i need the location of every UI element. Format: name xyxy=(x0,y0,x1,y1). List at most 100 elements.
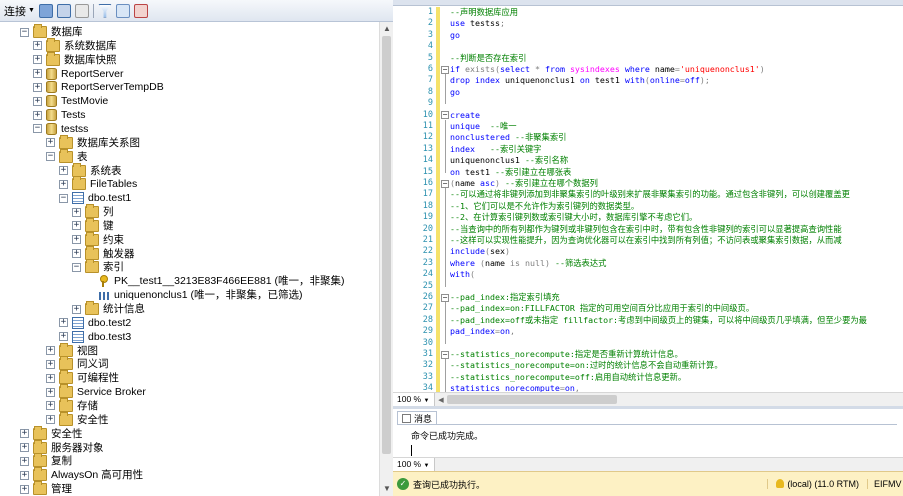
expand-icon[interactable]: + xyxy=(72,207,81,217)
tree-node[interactable]: + ReportServerTempDB xyxy=(33,80,164,94)
code-line[interactable]: pad_index=on, xyxy=(450,326,515,337)
editor-zoom-select[interactable]: 100 % ▼ xyxy=(393,393,435,406)
code-line[interactable]: --2、在计算索引键列数或索引键大小时，数据库引擎不考虑它们。 xyxy=(450,212,697,223)
code-line[interactable]: --statistics_norecompute=off:启用自动统计信息更新。 xyxy=(450,372,686,383)
expand-icon[interactable]: + xyxy=(20,456,29,466)
tree-node[interactable]: + 同义词 xyxy=(46,356,109,371)
tree-node[interactable]: + 管理 xyxy=(20,481,72,496)
tree-node[interactable]: + ReportServer xyxy=(33,67,123,81)
collapse-region-icon[interactable]: − xyxy=(441,350,449,359)
code-line[interactable]: index --索引关键字 xyxy=(450,144,541,155)
collapse-icon[interactable]: − xyxy=(59,193,68,203)
code-line[interactable]: --statistics_norecompute:指定是否重新计算统计信息。 xyxy=(450,349,683,360)
tree-node[interactable]: + Tests xyxy=(33,108,86,122)
expand-icon[interactable]: + xyxy=(72,235,81,245)
filter-icon[interactable] xyxy=(97,3,112,18)
code-line[interactable]: --statistics_norecompute=on:过时的统计信息不会自动重… xyxy=(450,360,723,371)
tree-node[interactable]: + dbo.test2 xyxy=(59,316,131,330)
editor-hscroll-thumb[interactable] xyxy=(447,395,617,404)
expand-icon[interactable]: + xyxy=(59,179,68,189)
tree-node[interactable]: + 复制 xyxy=(20,453,72,468)
editor-horizontal-scrollbar[interactable]: 100 % ▼ ◀ xyxy=(393,392,903,406)
code-line[interactable]: --当查询中的所有列都作为键列或非键列包含在索引中时，带有包含性非键列的索引可以… xyxy=(450,224,842,235)
code-line[interactable]: statistics_norecompute=on, xyxy=(450,383,580,392)
expand-icon[interactable]: + xyxy=(59,166,68,175)
code-line[interactable]: use testss; xyxy=(450,18,505,29)
expand-icon[interactable]: + xyxy=(46,346,55,356)
code-line[interactable]: with( xyxy=(450,269,475,280)
collapse-icon[interactable]: − xyxy=(33,124,42,134)
collapse-region-icon[interactable]: − xyxy=(441,179,449,188)
expand-icon[interactable]: + xyxy=(46,387,55,397)
expand-icon[interactable]: + xyxy=(46,359,55,369)
tree-node[interactable]: − dbo.test1 xyxy=(59,191,131,205)
expand-icon[interactable]: + xyxy=(46,401,55,411)
code-line[interactable]: go xyxy=(450,87,460,98)
expand-icon[interactable]: + xyxy=(46,415,55,425)
expand-icon[interactable]: + xyxy=(33,96,42,106)
tree-node[interactable]: − 表 xyxy=(46,148,88,164)
code-line[interactable]: unique --唯一 xyxy=(450,121,517,132)
code-line[interactable]: --pad_index:指定索引填充 xyxy=(450,292,560,303)
scroll-left-icon[interactable]: ◀ xyxy=(435,396,447,404)
tree-node[interactable]: uniquenonclus1 (唯一，非聚集，已筛选) xyxy=(85,288,302,302)
expand-icon[interactable]: + xyxy=(72,221,81,231)
tree-node[interactable]: + 存储 xyxy=(46,397,98,413)
tree-node[interactable]: − 索引 xyxy=(72,259,124,274)
expand-icon[interactable]: + xyxy=(33,69,42,79)
code-line[interactable]: --这样可以实现性能提升，因为查询优化器可以在索引中找到所有列值；不访问表或聚集… xyxy=(450,235,842,246)
connect-icon[interactable] xyxy=(38,3,53,18)
scroll-down-icon[interactable]: ▼ xyxy=(380,482,394,496)
tree-node[interactable]: + 系统表 xyxy=(59,162,122,178)
code-line[interactable]: if exists(select * from sysindexes where… xyxy=(450,64,765,75)
stop-icon[interactable] xyxy=(74,3,89,18)
expand-icon[interactable]: + xyxy=(46,138,55,148)
results-zoom-select[interactable]: 100 % ▼ xyxy=(393,458,435,471)
code-line[interactable]: create xyxy=(450,110,480,121)
code-line[interactable]: where (name is null) --筛选表达式 xyxy=(450,258,606,269)
tree-node[interactable]: + 数据库快照 xyxy=(33,51,117,67)
expand-icon[interactable]: + xyxy=(72,249,81,259)
expand-icon[interactable]: + xyxy=(46,373,55,383)
expand-icon[interactable]: + xyxy=(20,484,29,494)
tab-messages[interactable]: 消息 xyxy=(397,411,438,424)
results-horizontal-scrollbar[interactable]: 100 % ▼ xyxy=(393,457,903,471)
query-editor[interactable]: 1 2 3 4 5 6 7 8 9 10 11 12 13 14 15 16 17 18 19 20 21 22 23 24 2… xyxy=(393,0,903,406)
tree-node[interactable]: + 安全性 xyxy=(20,425,83,441)
expand-icon[interactable]: + xyxy=(33,82,42,92)
collapse-region-icon[interactable]: − xyxy=(441,65,449,74)
expand-icon[interactable]: + xyxy=(33,110,42,120)
code-area[interactable]: --声明数据库应用 use testss; go --判断是否存在索引 if exist… xyxy=(450,6,903,392)
tree-node[interactable]: + 约束 xyxy=(72,231,124,247)
expand-icon[interactable]: + xyxy=(33,41,42,51)
disconnect-icon[interactable] xyxy=(56,3,71,18)
code-line[interactable]: drop index uniquenonclus1 on test1 with(… xyxy=(450,75,710,86)
code-line[interactable]: include(sex) xyxy=(450,246,510,257)
code-line[interactable]: uniquenonclus1 --索引名称 xyxy=(450,155,568,166)
expand-icon[interactable]: + xyxy=(20,470,29,480)
tree-node[interactable]: + 安全性 xyxy=(46,411,109,427)
tree-node[interactable]: PK__test1__3213E83F466EE881 (唯一，非聚集) xyxy=(85,274,345,288)
expand-icon[interactable]: + xyxy=(72,304,81,314)
collapse-icon[interactable]: − xyxy=(46,152,55,162)
code-line[interactable]: --1、它们可以是不允许作为索引键列的数据类型。 xyxy=(450,201,639,212)
tree-node[interactable]: + 统计信息 xyxy=(72,301,145,316)
expand-icon[interactable]: + xyxy=(20,443,29,452)
expand-icon[interactable]: + xyxy=(33,55,42,65)
expand-icon[interactable]: + xyxy=(59,332,68,342)
tree-node[interactable]: + 触发器 xyxy=(72,245,135,261)
refresh-icon[interactable] xyxy=(115,3,130,18)
expand-icon[interactable]: + xyxy=(20,429,29,439)
collapse-region-icon[interactable]: − xyxy=(441,111,449,120)
collapse-icon[interactable]: − xyxy=(72,262,81,272)
code-line[interactable]: --pad_index=off或未指定 fillfactor:考虑到中间级页上的… xyxy=(450,315,867,326)
scroll-up-icon[interactable]: ▲ xyxy=(380,22,394,36)
object-explorer-scrollbar[interactable]: ▲ ▼ xyxy=(379,22,393,496)
code-line[interactable]: nonclustered --非聚集索引 xyxy=(450,132,566,143)
tree-node[interactable]: + 可编程性 xyxy=(46,370,119,385)
tree-node[interactable]: + dbo.test3 xyxy=(59,330,131,344)
code-line[interactable]: --可以通过将非键列添加到非聚集索引的叶级别来扩展非聚集索引的功能。通过包含非键… xyxy=(450,189,850,200)
collapse-region-icon[interactable]: − xyxy=(441,293,449,302)
tree-node[interactable]: + 系统数据库 xyxy=(33,37,117,53)
tree-node[interactable]: + TestMovie xyxy=(33,94,108,108)
